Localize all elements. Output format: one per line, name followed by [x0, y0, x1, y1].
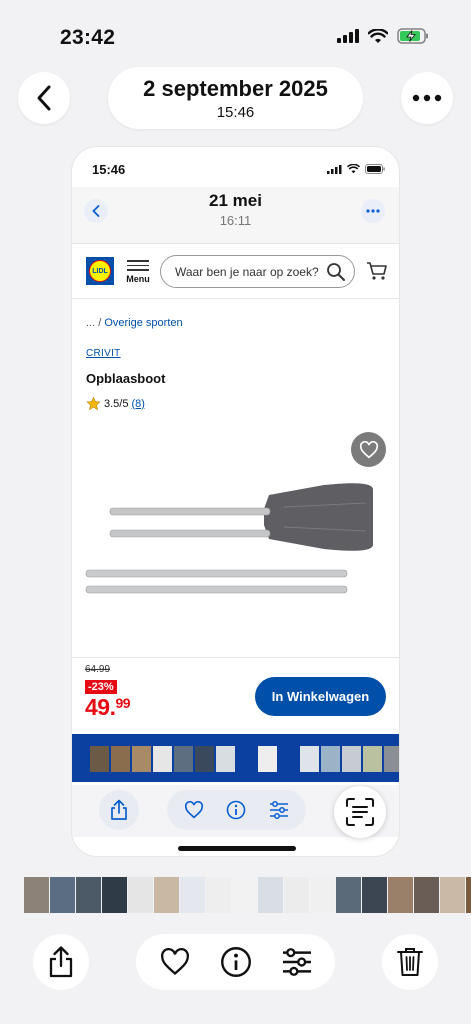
sliders-icon[interactable]: [281, 948, 313, 976]
oar-paddle-blade: [264, 483, 373, 551]
battery-charging-icon: [397, 28, 428, 44]
menu-label: Menu: [126, 273, 150, 284]
inner-date: 21 mei: [209, 191, 262, 210]
status-bar: 23:42: [0, 0, 471, 64]
product-brand: CRIVIT: [86, 348, 121, 359]
back-button[interactable]: [18, 72, 70, 124]
photo-thumbnail-strip[interactable]: [24, 877, 471, 913]
heart-icon: [359, 440, 378, 458]
info-icon: [227, 800, 246, 820]
signal-icon: [327, 164, 342, 174]
inner-thumbnail-strip: [72, 734, 399, 782]
action-group: [136, 934, 335, 990]
inner-time: 16:11: [219, 213, 252, 228]
info-icon[interactable]: [220, 946, 252, 978]
cart-icon: [367, 262, 387, 280]
ellipsis-icon: [412, 94, 442, 102]
wifi-icon: [347, 164, 360, 174]
oar-shaft-2: [109, 529, 271, 538]
product-image: [85, 483, 373, 594]
inner-toolbar: [72, 785, 399, 838]
favorite-button: [351, 432, 386, 467]
photo-date: 2 september 2025: [143, 76, 328, 101]
price-cents: 99: [115, 695, 131, 711]
breadcrumb: ... / Overige sporten: [86, 317, 183, 329]
bottom-toolbar: [0, 934, 471, 994]
search-placeholder: Waar ben je naar op zoek?: [175, 264, 319, 279]
heart-icon[interactable]: [159, 948, 191, 976]
inner-status-bar: 15:46: [72, 147, 399, 187]
chevron-left-icon: [37, 85, 51, 111]
text-scan-icon: [346, 798, 374, 826]
more-button[interactable]: [401, 72, 453, 124]
signal-icon: [337, 29, 359, 43]
hamburger-icon: [126, 260, 150, 271]
share-icon: [49, 946, 73, 978]
heart-icon: [185, 801, 204, 819]
oar-shaft-1: [109, 507, 271, 516]
discount-badge: -23%: [85, 680, 117, 694]
price-whole: 49.: [85, 694, 116, 720]
inner-home-indicator: [178, 846, 296, 851]
inner-action-group: [167, 790, 306, 830]
inner-status-time: 15:46: [92, 162, 126, 177]
old-price: 64.99: [85, 664, 111, 675]
share-button[interactable]: [33, 934, 89, 990]
inner-more-button: [361, 199, 385, 223]
sliders-icon: [269, 801, 288, 819]
oar-shaft-3: [85, 569, 348, 578]
star-icon: [86, 396, 101, 411]
battery-icon: [365, 164, 385, 174]
inner-thumbnails: [90, 746, 399, 772]
inner-share-button: [99, 790, 139, 830]
ellipsis-icon: [366, 209, 380, 213]
rating-value: 3.5/5: [104, 397, 129, 410]
menu-button: Menu: [126, 257, 150, 284]
status-icons: [337, 28, 429, 44]
current-price: 49.99: [85, 694, 131, 721]
photo-time: 15:46: [216, 104, 255, 121]
magnifier-icon: [327, 262, 345, 281]
status-time: 23:42: [60, 26, 116, 49]
price-section: 64.99 -23% 49.99 In Winkelwagen: [72, 657, 399, 733]
live-text-button[interactable]: [334, 786, 386, 838]
review-count: (8): [131, 397, 145, 410]
share-icon: [111, 799, 127, 820]
photo-content: 15:46 21 mei 16:11 LIDL Menu Waar ben je…: [71, 146, 400, 857]
breadcrumb-link: Overige sporten: [104, 317, 183, 329]
date-header: 2 september 2025 15:46: [108, 67, 363, 129]
inner-status-icons: [327, 164, 385, 174]
lidl-nav-bar: LIDL Menu Waar ben je naar op zoek?: [72, 245, 399, 299]
delete-button[interactable]: [382, 934, 438, 990]
search-field: Waar ben je naar op zoek?: [160, 255, 355, 288]
breadcrumb-prefix: ... /: [86, 317, 102, 329]
inner-header: 21 mei 16:11: [72, 187, 399, 244]
product-rating: 3.5/5 (8): [86, 396, 145, 411]
logo-text: LIDL: [92, 267, 108, 275]
lidl-logo: LIDL: [86, 257, 114, 285]
oar-shaft-4: [85, 585, 348, 594]
wifi-icon: [368, 28, 388, 43]
trash-icon: [397, 948, 423, 976]
product-title: Opblaasboot: [86, 371, 166, 386]
add-to-cart-button: In Winkelwagen: [255, 677, 386, 716]
